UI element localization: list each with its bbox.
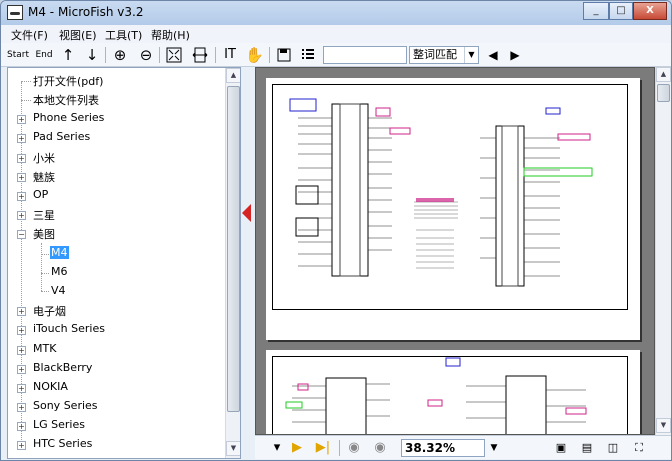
match-mode-select[interactable]: 整词匹配 ▼ xyxy=(409,46,479,64)
menu-tools[interactable]: 工具(T) xyxy=(105,27,142,43)
zoom-value: 38.32% xyxy=(405,441,455,455)
minimize-button[interactable]: _ xyxy=(583,2,609,20)
menu-view[interactable]: 视图(E) xyxy=(59,27,97,43)
tree-scrollbar[interactable]: ▲ ▼ xyxy=(225,68,240,458)
tree-child-m4[interactable]: M4 xyxy=(50,246,69,264)
zoom-out-icon[interactable]: ⊖ xyxy=(137,45,155,65)
app-fish-icon xyxy=(7,5,23,20)
expand-plus-icon[interactable]: + xyxy=(17,346,26,355)
zoom-level[interactable]: 38.32% xyxy=(401,439,485,457)
tree-open-file[interactable]: 打开文件(pdf) xyxy=(33,73,103,91)
app-window: M4 - MicroFish v3.2 _ □ X 文件(F) 视图(E) 工具… xyxy=(0,0,672,461)
schematic-page-2 xyxy=(266,350,640,434)
fit-page-icon[interactable] xyxy=(165,45,183,65)
menu-bar: 文件(F) 视图(E) 工具(T) 帮助(H) xyxy=(1,25,671,43)
arrow-down-icon[interactable]: ↓ xyxy=(83,45,101,65)
zoom-in-icon[interactable]: ⊕ xyxy=(111,45,129,65)
single-page-icon[interactable]: ▣ xyxy=(551,439,571,457)
tree-item[interactable]: HTC Series xyxy=(33,437,92,455)
tree-item[interactable]: NOKIA xyxy=(33,380,68,398)
expand-plus-icon[interactable]: + xyxy=(17,173,26,182)
menu-help[interactable]: 帮助(H) xyxy=(151,27,190,43)
tree-item[interactable]: 魅族 xyxy=(33,169,55,187)
tree-child-label: M4 xyxy=(50,246,69,259)
hand-tool-icon[interactable]: ✋ xyxy=(245,45,264,65)
schematic-drawing-2 xyxy=(285,357,587,434)
window-title: M4 - MicroFish v3.2 xyxy=(28,5,144,19)
expand-plus-icon[interactable]: + xyxy=(17,403,26,412)
tree-item[interactable]: iTouch Series xyxy=(33,322,105,340)
close-button[interactable]: X xyxy=(633,2,667,20)
expand-plus-icon[interactable]: + xyxy=(17,115,26,124)
expand-plus-icon[interactable]: + xyxy=(17,307,26,316)
tree-item[interactable]: OP xyxy=(33,188,48,206)
viewer-scroll-thumb[interactable] xyxy=(657,84,670,102)
tree-item[interactable]: LG Series xyxy=(33,418,85,436)
first-page-icon[interactable]: ▾ xyxy=(269,439,285,457)
scroll-up-icon[interactable]: ▲ xyxy=(656,67,671,82)
tree-item[interactable]: Pad Series xyxy=(33,130,90,148)
chevron-down-icon[interactable]: ▼ xyxy=(464,47,478,63)
collapse-minus-icon[interactable]: − xyxy=(17,230,26,239)
expand-plus-icon[interactable]: + xyxy=(17,134,26,143)
search-input[interactable] xyxy=(323,46,407,64)
scroll-down-icon[interactable]: ▼ xyxy=(226,441,240,456)
scroll-down-icon[interactable]: ▼ xyxy=(656,418,671,433)
expand-plus-icon[interactable]: + xyxy=(17,211,26,220)
list-icon[interactable] xyxy=(299,45,317,65)
expand-plus-icon[interactable]: + xyxy=(17,422,26,431)
facing-page-icon[interactable]: ◫ xyxy=(603,439,623,457)
document-viewer[interactable] xyxy=(255,67,655,435)
tree-local-list[interactable]: 本地文件列表 xyxy=(33,92,99,110)
fit-width-icon[interactable] xyxy=(191,45,209,65)
tree-item[interactable]: 小米 xyxy=(33,150,55,168)
tree-item[interactable]: Phone Series xyxy=(33,111,104,129)
fullscreen-icon[interactable]: ⛶ xyxy=(629,439,649,457)
play-icon[interactable]: ▶ xyxy=(289,439,305,457)
scroll-up-icon[interactable]: ▲ xyxy=(226,68,240,83)
file-tree: 打开文件(pdf) 本地文件列表 + Phone Series + Pad Se… xyxy=(7,67,241,459)
expand-plus-icon[interactable]: + xyxy=(17,441,26,450)
tree-child-v4[interactable]: V4 xyxy=(51,284,66,302)
navigation-bar: ▾ ▶ ▶| ◉ ◉ 38.32% ▼ ▣ ▤ ◫ ⛶ xyxy=(255,435,671,459)
start-button[interactable]: Start xyxy=(7,45,29,65)
tree-item[interactable]: BlackBerry xyxy=(33,361,92,379)
tree-scroll-thumb[interactable] xyxy=(227,86,240,412)
expand-plus-icon[interactable]: + xyxy=(17,192,26,201)
expand-plus-icon[interactable]: + xyxy=(17,154,26,163)
expand-plus-icon[interactable]: + xyxy=(17,384,26,393)
next-page-icon[interactable]: ◉ xyxy=(371,439,389,457)
tree-item-meitu[interactable]: 美图 xyxy=(33,226,55,244)
text-select-icon[interactable]: IT xyxy=(221,45,239,65)
tree-child-m6[interactable]: M6 xyxy=(51,265,68,283)
prev-page-icon[interactable]: ◉ xyxy=(345,439,363,457)
save-icon[interactable] xyxy=(275,45,293,65)
end-button[interactable]: End xyxy=(33,45,55,65)
tree-item[interactable]: 三星 xyxy=(33,207,55,225)
toolbar: Start End ↑ ↓ ⊕ ⊖ IT ✋ 整词匹配 ▼ ◀ ▶ xyxy=(1,43,671,67)
match-mode-value: 整词匹配 xyxy=(413,48,457,61)
tree-item[interactable]: MTK xyxy=(33,342,56,360)
maximize-button[interactable]: □ xyxy=(609,2,633,20)
schematic-drawing xyxy=(289,98,593,287)
continuous-page-icon[interactable]: ▤ xyxy=(577,439,597,457)
menu-file[interactable]: 文件(F) xyxy=(11,27,48,43)
next-match-icon[interactable]: ▶ xyxy=(507,45,523,65)
expand-plus-icon[interactable]: + xyxy=(17,365,26,374)
title-bar[interactable]: M4 - MicroFish v3.2 _ □ X xyxy=(1,1,671,25)
viewer-scrollbar[interactable]: ▲ ▼ xyxy=(655,67,671,435)
tree-item[interactable]: 电子烟 xyxy=(33,303,66,321)
panel-splitter[interactable] xyxy=(241,67,253,459)
last-page-icon[interactable]: ▶| xyxy=(313,439,333,457)
prev-match-icon[interactable]: ◀ xyxy=(485,45,501,65)
expand-plus-icon[interactable]: + xyxy=(17,326,26,335)
schematic-page-1 xyxy=(266,78,640,340)
arrow-up-icon[interactable]: ↑ xyxy=(59,45,77,65)
zoom-dropdown-icon[interactable]: ▼ xyxy=(487,439,501,457)
tree-item[interactable]: Sony Series xyxy=(33,399,98,417)
collapse-panel-icon[interactable] xyxy=(242,204,251,222)
